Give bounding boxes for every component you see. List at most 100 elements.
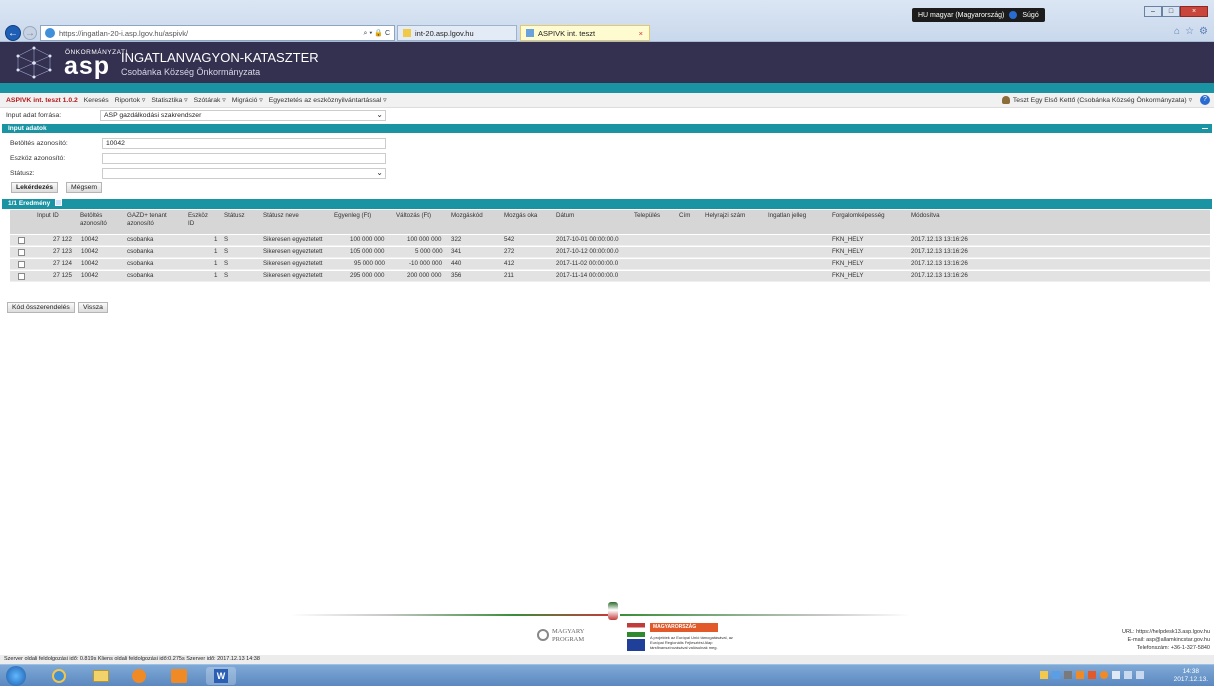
table-row[interactable]: 27 123 10042 csobanka 1 S Sikeresen egye… <box>10 247 1210 258</box>
outlook-taskbar-icon[interactable] <box>164 667 194 685</box>
tab-label: int-20.asp.lgov.hu <box>415 28 474 38</box>
close-icon[interactable]: × <box>1180 6 1208 17</box>
eszkoz-input[interactable] <box>102 153 386 164</box>
menu-item-migracio[interactable]: Migráció ▿ <box>232 96 263 104</box>
col-helyrajzi-szam[interactable]: Helyrajzi szám <box>705 212 745 220</box>
col-gazd-tenant[interactable]: GAZD+ tenant azonosító <box>127 212 182 228</box>
cell-statusz-neve: Sikeresen egyeztetett <box>263 236 323 243</box>
row-checkbox[interactable] <box>18 273 25 280</box>
tray-icon[interactable] <box>1088 671 1096 679</box>
row-checkbox[interactable] <box>18 237 25 244</box>
col-input-id[interactable]: Input ID <box>37 212 59 220</box>
menu-item-szotarak[interactable]: Szótárak ▿ <box>194 96 226 104</box>
col-valtozas[interactable]: Változás (Ft) <box>396 212 431 220</box>
col-egyenleg[interactable]: Egyenleg (Ft) <box>334 212 371 220</box>
start-button-icon[interactable] <box>6 666 26 686</box>
forward-arrow-icon[interactable]: → <box>23 26 37 40</box>
cell-tenant: csobanka <box>127 272 154 279</box>
chevron-down-icon: ⌄ <box>376 168 383 177</box>
cell-input-id: 27 124 <box>53 260 72 267</box>
user-menu[interactable]: Teszt Egy Első Kettő (Csobánka Község Ön… <box>1001 96 1192 104</box>
col-betoltes[interactable]: Betöltés azonosító <box>80 212 116 228</box>
app-brand[interactable]: ASPIVK int. teszt 1.0.2 <box>6 97 78 104</box>
help-label[interactable]: Súgó <box>1022 12 1038 19</box>
browser-tab[interactable]: int-20.asp.lgov.hu <box>397 25 517 41</box>
cell-input-id: 27 123 <box>53 248 72 255</box>
export-icon[interactable] <box>55 199 63 206</box>
table-row[interactable]: 27 122 10042 csobanka 1 S Sikeresen egye… <box>10 235 1210 246</box>
col-modositva[interactable]: Módosítva <box>911 212 940 220</box>
row-checkbox[interactable] <box>18 261 25 268</box>
cell-statusz-neve: Sikeresen egyeztetett <box>263 248 323 255</box>
magyary-logo-icon <box>537 629 549 641</box>
table-row[interactable]: 27 124 10042 csobanka 1 S Sikeresen egye… <box>10 259 1210 270</box>
col-ingatlan-jelleg[interactable]: Ingatlan jelleg <box>768 212 806 220</box>
clock[interactable]: 14:38 2017.12.13. <box>1174 668 1208 684</box>
status-select[interactable]: ⌄ <box>102 168 386 179</box>
col-eszkoz-id[interactable]: Eszköz ID <box>188 212 214 228</box>
clock-date: 2017.12.13. <box>1173 676 1208 683</box>
language-bar[interactable]: HU magyar (Magyarország) Súgó <box>912 8 1045 22</box>
cell-eszkoz-id: 1 <box>214 236 218 243</box>
table-row[interactable]: 27 125 10042 csobanka 1 S Sikeresen egye… <box>10 271 1210 282</box>
col-statusz[interactable]: Státusz <box>224 212 245 220</box>
menu-item-statisztika[interactable]: Statisztika ▿ <box>151 96 187 104</box>
col-telepules[interactable]: Település <box>634 212 660 220</box>
back-button[interactable]: Vissza <box>78 302 108 313</box>
clock-time: 14:38 <box>1182 668 1199 675</box>
eu-support-text: A projektek az Európai Unió támogatásáva… <box>650 635 733 650</box>
tab-label: ASPIVK int. teszt <box>538 28 596 38</box>
word-taskbar-icon[interactable]: W <box>206 667 236 685</box>
maximize-icon[interactable]: □ <box>1162 6 1180 17</box>
star-icon[interactable]: ☆ <box>1185 26 1194 37</box>
network-icon[interactable] <box>1124 671 1132 679</box>
tray-icon[interactable] <box>1040 671 1048 679</box>
helpdesk-email[interactable]: E-mail: asp@allamkincstar.gov.hu <box>1127 637 1210 643</box>
col-mozgas-oka[interactable]: Mozgás oka <box>504 212 537 220</box>
close-tab-icon[interactable]: × <box>639 29 643 38</box>
media-player-taskbar-icon[interactable] <box>124 667 154 685</box>
footer-decor-line <box>620 614 910 616</box>
source-select[interactable]: ASP gazdálkodási szakrendszer ⌄ <box>100 110 386 121</box>
gear-icon[interactable]: ⚙ <box>1199 26 1208 37</box>
browser-tab-active[interactable]: ASPIVK int. teszt × <box>520 25 650 41</box>
assign-code-button[interactable]: Kód összerendelés <box>7 302 75 313</box>
user-name: Teszt Egy Első Kettő (Csobánka Község Ön… <box>1012 97 1192 104</box>
help-icon[interactable]: ? <box>1200 95 1210 105</box>
home-icon[interactable]: ⌂ <box>1174 26 1180 37</box>
cell-betoltes: 10042 <box>81 248 99 255</box>
collapse-icon[interactable] <box>1202 128 1208 129</box>
tray-icon[interactable] <box>1076 671 1084 679</box>
col-mozgaskod[interactable]: Mozgáskód <box>451 212 483 220</box>
menu-item-egyeztetes[interactable]: Egyeztetés az eszköznyilvántartással ▿ <box>269 96 387 104</box>
cancel-button[interactable]: Mégsem <box>66 182 103 193</box>
cell-modositva: 2017.12.13 13:16:26 <box>911 272 968 279</box>
cell-mozgas-oka: 272 <box>504 248 515 255</box>
input-section-header[interactable]: Input adatok <box>2 124 1212 133</box>
cell-eszkoz-id: 1 <box>214 260 218 267</box>
volume-icon[interactable] <box>1136 671 1144 679</box>
minimize-icon[interactable]: – <box>1144 6 1162 17</box>
flag-icon[interactable] <box>1112 671 1120 679</box>
coat-of-arms-icon <box>608 602 618 620</box>
tray-icon[interactable] <box>1064 671 1072 679</box>
browser-chrome: ← → https://ingatlan-20-i.asp.lgov.hu/as… <box>0 0 1214 42</box>
address-tools-icon[interactable]: ⌕ ▾ 🔒 C <box>364 29 390 38</box>
helpdesk-url[interactable]: URL: https://helpdesk13.asp.lgov.hu <box>1122 629 1210 635</box>
tray-icon[interactable] <box>1052 671 1060 679</box>
menu-item-riportok[interactable]: Riportok ▿ <box>115 96 146 104</box>
col-cim[interactable]: Cím <box>679 212 690 220</box>
betoltes-input[interactable]: 10042 <box>102 138 386 149</box>
ie-taskbar-icon[interactable] <box>44 667 74 685</box>
query-button[interactable]: Lekérdezés <box>11 182 59 193</box>
cell-forgalomkepesseg: FKN_HELY <box>832 260 864 267</box>
back-arrow-icon[interactable]: ← <box>5 25 21 41</box>
col-datum[interactable]: Dátum <box>556 212 574 220</box>
address-bar[interactable]: https://ingatlan-20-i.asp.lgov.hu/aspivk… <box>40 25 395 41</box>
explorer-taskbar-icon[interactable] <box>86 667 116 685</box>
tray-icon[interactable] <box>1100 671 1108 679</box>
menu-item-kereses[interactable]: Keresés <box>84 97 109 104</box>
col-forgalomkepesseg[interactable]: Forgalomképesség <box>832 212 885 220</box>
row-checkbox[interactable] <box>18 249 25 256</box>
col-statusz-neve[interactable]: Státusz neve <box>263 212 299 220</box>
